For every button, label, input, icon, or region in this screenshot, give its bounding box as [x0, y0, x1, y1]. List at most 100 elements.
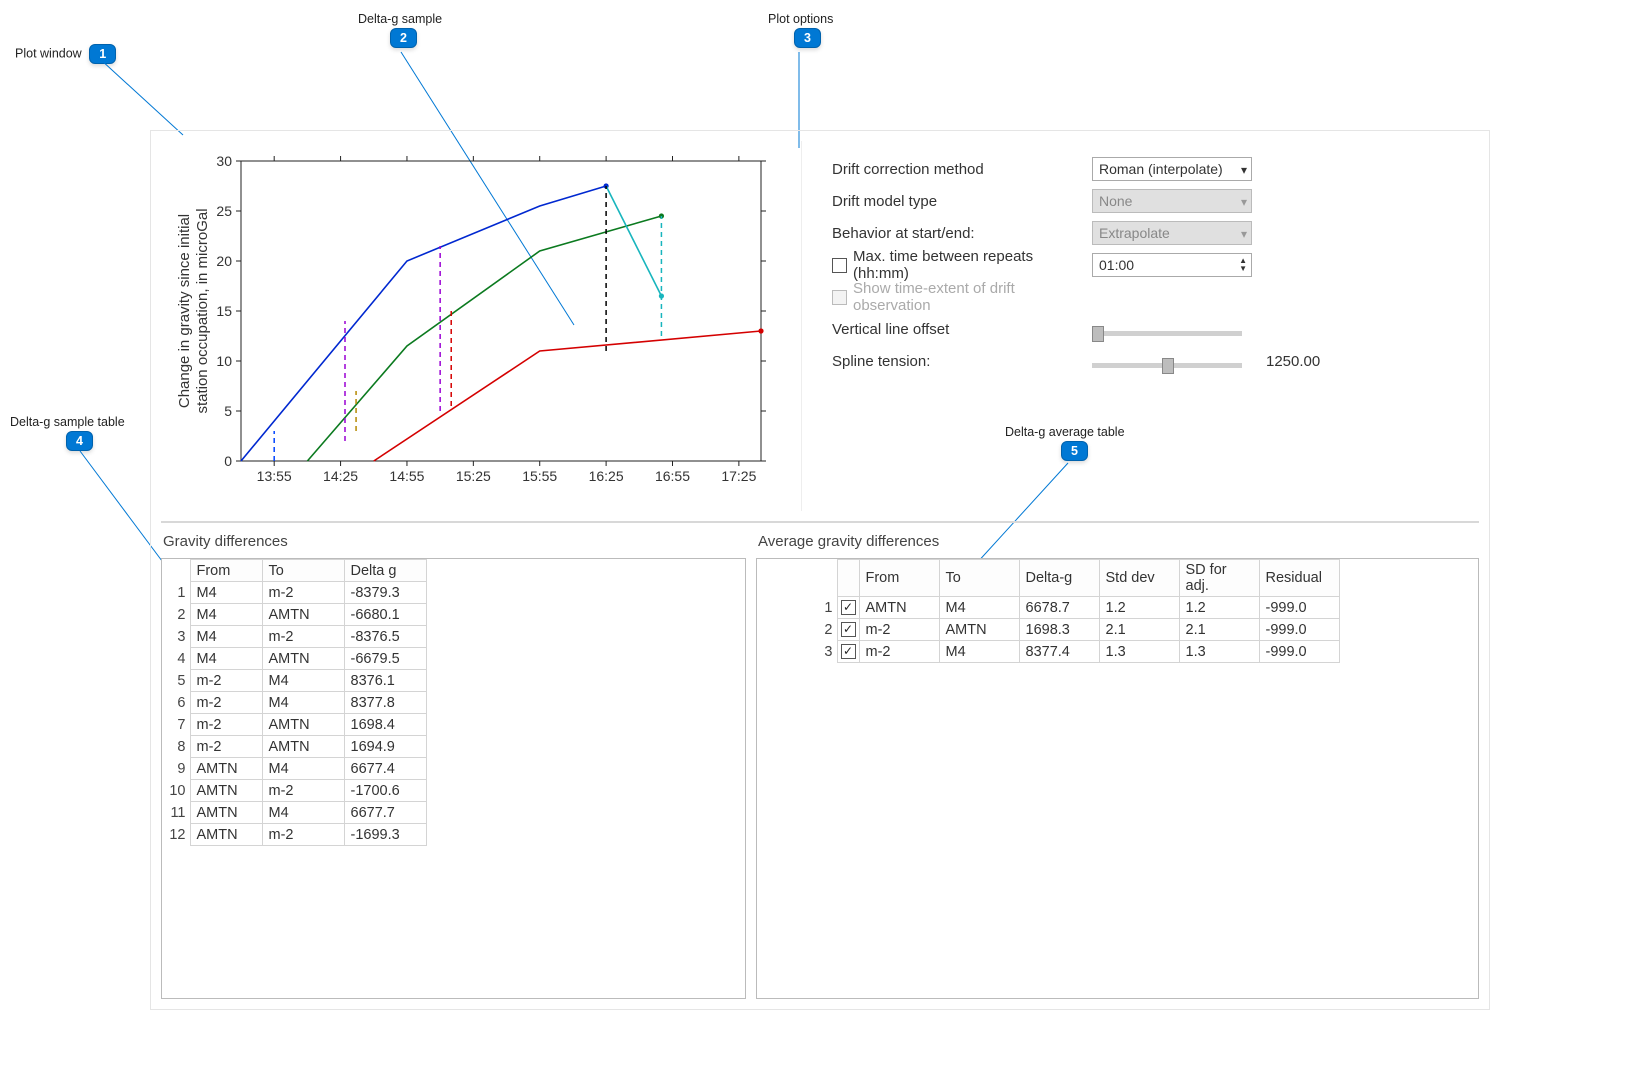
table-cell: -1699.3 — [344, 824, 426, 846]
callout-delta-g-sample: Delta-g sample 2 — [358, 12, 442, 48]
table-cell: AMTN — [262, 604, 344, 626]
row-number: 9 — [162, 758, 190, 780]
table-header: Std dev — [1099, 560, 1179, 597]
table-row[interactable]: 11AMTNM46677.7 — [162, 802, 426, 824]
spline-value: 1250.00 — [1266, 353, 1320, 370]
drift-model-label: Drift model type — [832, 193, 1092, 210]
table-cell: 1698.3 — [1019, 619, 1099, 641]
max-time-spinner[interactable]: 01:00 ▲▼ — [1092, 253, 1252, 277]
table-row[interactable]: 1M4m-2-8379.3 — [162, 582, 426, 604]
table-row[interactable]: 3m-2M48377.41.31.3-999.0 — [757, 641, 1339, 663]
drift-model-select: None — [1092, 189, 1252, 213]
row-include-checkbox[interactable] — [841, 622, 856, 637]
callout-plot-window: Plot window 1 — [15, 44, 116, 64]
svg-text:Change in gravity since initia: Change in gravity since initial — [176, 214, 193, 408]
table-cell: -8379.3 — [344, 582, 426, 604]
table-cell: AMTN — [262, 648, 344, 670]
svg-text:16:25: 16:25 — [589, 468, 624, 484]
table-row[interactable]: 8m-2AMTN1694.9 — [162, 736, 426, 758]
table-cell: 2.1 — [1179, 619, 1259, 641]
v-offset-slider[interactable] — [1092, 331, 1242, 336]
table-row[interactable]: 5m-2M48376.1 — [162, 670, 426, 692]
table-row[interactable]: 9AMTNM46677.4 — [162, 758, 426, 780]
max-time-value: 01:00 — [1099, 257, 1134, 273]
table-row[interactable]: 1AMTNM46678.71.21.2-999.0 — [757, 597, 1339, 619]
plot-window: 05101520253013:5514:2514:5515:2515:5516:… — [161, 141, 781, 511]
table-cell: 6677.4 — [344, 758, 426, 780]
table-header: Residual — [1259, 560, 1339, 597]
table-cell: AMTN — [939, 619, 1019, 641]
table-row[interactable]: 12AMTNm-2-1699.3 — [162, 824, 426, 846]
table-cell: AMTN — [262, 736, 344, 758]
behavior-label: Behavior at start/end: — [832, 225, 1092, 242]
svg-text:20: 20 — [216, 253, 232, 269]
table-cell: -8376.5 — [344, 626, 426, 648]
gravity-diff-title: Gravity differences — [163, 533, 744, 550]
slider-thumb[interactable] — [1162, 358, 1174, 374]
svg-text:14:55: 14:55 — [389, 468, 424, 484]
table-row[interactable]: 2M4AMTN-6680.1 — [162, 604, 426, 626]
gravity-diff-section: Gravity differences FromToDelta g 1M4m-2… — [161, 529, 746, 999]
table-cell: 1698.4 — [344, 714, 426, 736]
callout-label: Plot window — [15, 46, 82, 60]
row-number: 11 — [162, 802, 190, 824]
slider-thumb[interactable] — [1092, 326, 1104, 342]
show-extent-checkbox — [832, 290, 847, 305]
table-cell: M4 — [190, 648, 262, 670]
drift-method-label: Drift correction method — [832, 161, 1092, 178]
row-include-checkbox[interactable] — [841, 600, 856, 615]
spline-slider[interactable] — [1092, 363, 1242, 368]
table-row[interactable]: 2m-2AMTN1698.32.12.1-999.0 — [757, 619, 1339, 641]
table-cell: -999.0 — [1259, 619, 1339, 641]
drift-chart: 05101520253013:5514:2514:5515:2515:5516:… — [161, 141, 781, 501]
svg-text:10: 10 — [216, 353, 232, 369]
table-row[interactable]: 6m-2M48377.8 — [162, 692, 426, 714]
table-header: Delta g — [344, 560, 426, 582]
drift-method-value: Roman (interpolate) — [1099, 161, 1223, 177]
table-cell: 8376.1 — [344, 670, 426, 692]
table-cell: M4 — [190, 582, 262, 604]
svg-text:30: 30 — [216, 153, 232, 169]
table-cell: 8377.4 — [1019, 641, 1099, 663]
table-row[interactable]: 3M4m-2-8376.5 — [162, 626, 426, 648]
svg-text:15: 15 — [216, 303, 232, 319]
table-cell: -999.0 — [1259, 641, 1339, 663]
table-cell: m-2 — [262, 780, 344, 802]
svg-text:14:25: 14:25 — [323, 468, 358, 484]
table-cell: 2.1 — [1099, 619, 1179, 641]
avg-diff-title: Average gravity differences — [758, 533, 1477, 550]
table-cell: -999.0 — [1259, 597, 1339, 619]
chevron-down-icon — [1241, 193, 1247, 209]
row-number: 4 — [162, 648, 190, 670]
drift-method-select[interactable]: Roman (interpolate) — [1092, 157, 1252, 181]
table-row[interactable]: 7m-2AMTN1698.4 — [162, 714, 426, 736]
row-number: 3 — [162, 626, 190, 648]
max-time-checkbox[interactable] — [832, 258, 847, 273]
gravity-diff-table: FromToDelta g 1M4m-2-8379.32M4AMTN-6680.… — [162, 559, 427, 846]
table-cell: 8377.8 — [344, 692, 426, 714]
callout-plot-options: Plot options 3 — [768, 12, 833, 48]
table-cell: M4 — [190, 626, 262, 648]
row-include-checkbox[interactable] — [841, 644, 856, 659]
chevron-down-icon — [1241, 161, 1247, 177]
table-header: From — [190, 560, 262, 582]
spinner-arrows-icon: ▲▼ — [1239, 257, 1247, 273]
svg-text:15:55: 15:55 — [522, 468, 557, 484]
table-row[interactable]: 4M4AMTN-6679.5 — [162, 648, 426, 670]
svg-text:16:55: 16:55 — [655, 468, 690, 484]
table-row[interactable]: 10AMTNm-2-1700.6 — [162, 780, 426, 802]
svg-text:17:25: 17:25 — [721, 468, 756, 484]
plot-options-panel: Drift correction method Roman (interpola… — [801, 141, 1479, 511]
row-number: 8 — [162, 736, 190, 758]
table-cell: 1.3 — [1099, 641, 1179, 663]
svg-text:0: 0 — [224, 453, 232, 469]
row-number: 5 — [162, 670, 190, 692]
row-number: 1 — [162, 582, 190, 604]
table-cell: -6679.5 — [344, 648, 426, 670]
row-number: 10 — [162, 780, 190, 802]
callout-badge-1: 1 — [89, 44, 116, 64]
table-cell: -6680.1 — [344, 604, 426, 626]
avg-diff-table-wrap: FromToDelta-gStd devSD for adj.Residual … — [756, 558, 1479, 999]
table-cell: -1700.6 — [344, 780, 426, 802]
table-cell: AMTN — [190, 758, 262, 780]
